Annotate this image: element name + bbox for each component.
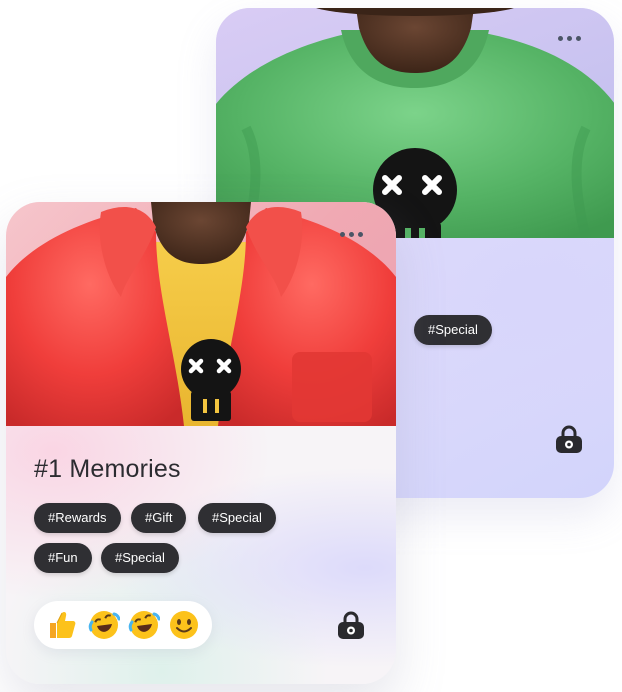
smiling-emoji-icon[interactable] <box>168 609 200 641</box>
rolling-laughing-emoji-icon[interactable] <box>128 609 160 641</box>
front-memory-card[interactable]: #1 Memories #Rewards #Gift #Special #Fun… <box>6 202 396 684</box>
rolling-laughing-emoji-icon[interactable] <box>88 609 120 641</box>
tag-special[interactable]: #Special <box>198 503 276 533</box>
thumbs-up-emoji-icon[interactable] <box>46 609 78 641</box>
red-jacket-character-illustration <box>6 202 396 426</box>
stage: #Special #1 Memories #Rewards #Gift #Spe… <box>0 0 622 692</box>
lock-icon[interactable] <box>554 424 584 454</box>
reaction-bar <box>34 601 212 649</box>
front-card-hero-image <box>6 202 396 426</box>
tag-gift[interactable]: #Gift <box>131 503 187 533</box>
lock-icon[interactable] <box>336 610 366 640</box>
tag-fun[interactable]: #Fun <box>34 543 92 573</box>
card-title: #1 Memories <box>34 455 181 483</box>
tag-rewards[interactable]: #Rewards <box>34 503 121 533</box>
front-card-more-options-icon[interactable] <box>340 232 363 237</box>
back-card-tag[interactable]: #Special <box>414 315 492 345</box>
back-card-more-options-icon[interactable] <box>558 36 581 41</box>
tag-special-2[interactable]: #Special <box>101 543 179 573</box>
